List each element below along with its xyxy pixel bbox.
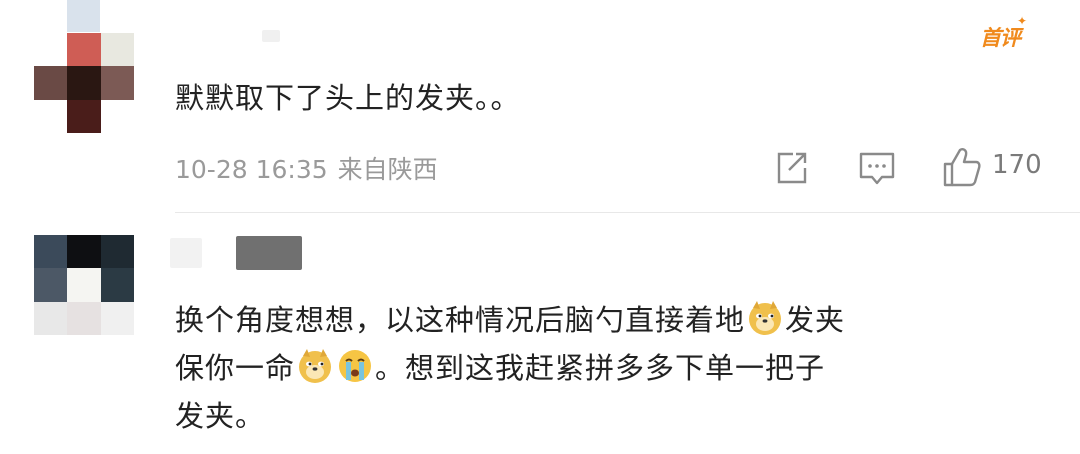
comment-text: 换个角度想想，以这种情况后脑勺直接着地 发夹 保你一命 。想到这我赶紧拼多多下单… <box>175 296 1075 440</box>
divider <box>175 212 1080 213</box>
doge-emoji <box>749 301 782 335</box>
comment-text: 默默取下了头上的发夹。。 <box>175 81 521 115</box>
avatar[interactable] <box>34 235 134 335</box>
first-comment-badge: 首评 ✦ <box>980 14 1027 50</box>
share-icon[interactable] <box>773 150 809 186</box>
username-blur-block <box>236 236 302 270</box>
crying-emoji <box>339 350 372 382</box>
like-icon[interactable] <box>942 146 982 188</box>
comment-date: 10-28 16:35 <box>175 155 328 184</box>
doge-emoji <box>299 349 332 383</box>
username[interactable] <box>170 238 202 268</box>
username[interactable] <box>262 30 280 42</box>
comment-location: 来自陕西 <box>337 155 438 184</box>
avatar[interactable] <box>34 33 134 133</box>
like-count: 170 <box>992 150 1042 180</box>
comment-meta: 10-28 16:35 来自陕西 <box>175 150 438 186</box>
avatar-top-fragment <box>67 0 100 32</box>
comment-icon[interactable] <box>858 151 896 187</box>
